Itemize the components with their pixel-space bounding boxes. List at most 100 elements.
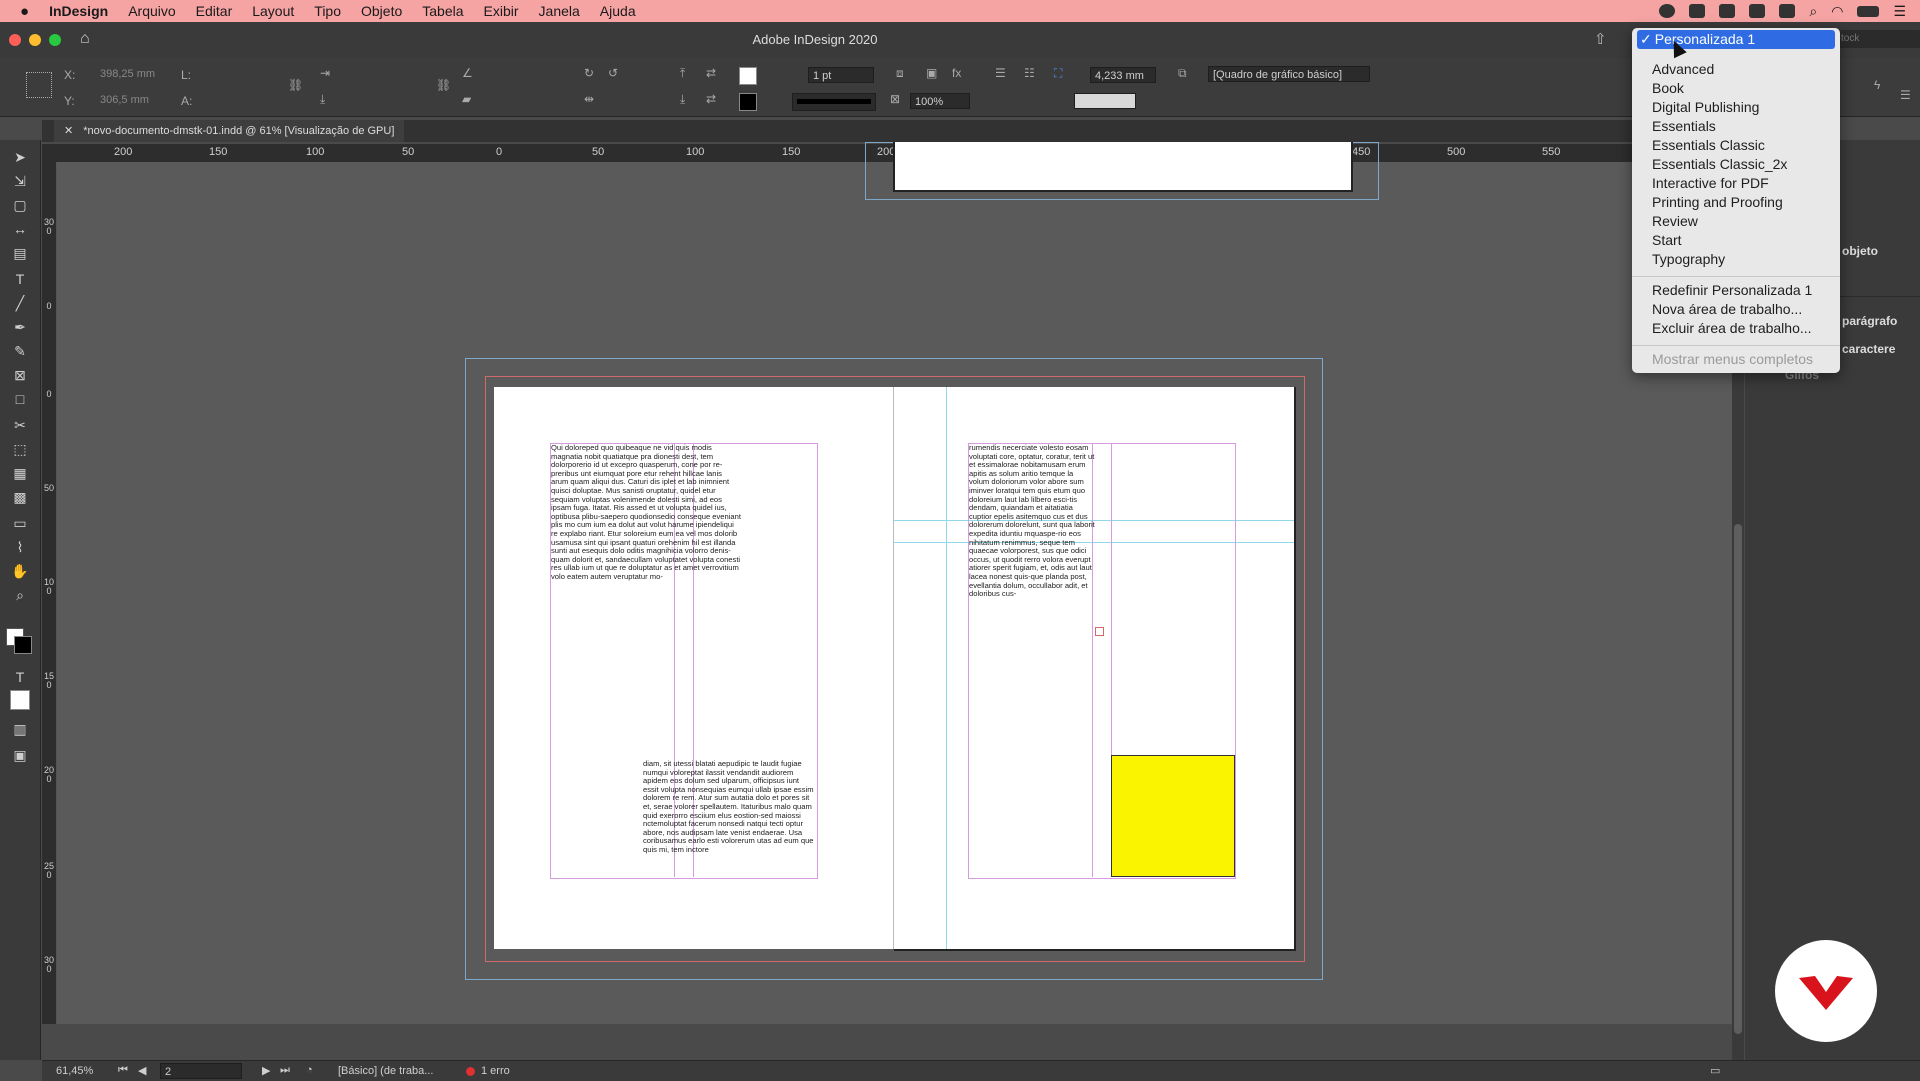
close-tab-icon[interactable]: ✕ — [64, 125, 73, 137]
center-content-icon[interactable]: ☷ — [1024, 66, 1035, 80]
search-stock-field[interactable]: tock — [1837, 30, 1920, 48]
share-icon[interactable]: ⇧ — [1594, 30, 1607, 48]
x-position-field[interactable]: 398,25 mm — [96, 66, 166, 82]
scrollbar-thumb[interactable] — [1734, 524, 1742, 1034]
menu-layout[interactable]: Layout — [242, 3, 304, 19]
gradient-swatch-tool-icon[interactable]: ▦ — [10, 464, 30, 482]
scale-y-icon[interactable]: ⤓ — [320, 92, 325, 107]
gap-tool-icon[interactable]: ↔ — [10, 220, 30, 238]
workspace-item[interactable]: Interactive for PDF — [1652, 174, 1769, 193]
new-workspace-item[interactable]: Nova área de trabalho... — [1652, 300, 1802, 319]
workspace-item[interactable]: Review — [1652, 212, 1698, 231]
apply-none-icon[interactable] — [10, 690, 30, 710]
stroke-type-dropdown[interactable] — [792, 93, 876, 111]
delete-workspace-item[interactable]: Excluir área de trabalho... — [1652, 319, 1812, 338]
battery-icon[interactable] — [1857, 5, 1880, 17]
note-tool-icon[interactable]: ▭ — [10, 514, 30, 532]
flip-horizontal-icon[interactable]: ⇹ — [584, 92, 594, 106]
app-tray-icon[interactable] — [1779, 4, 1796, 18]
pencil-tool-icon[interactable]: ✎ — [10, 342, 30, 360]
zoom-tool-icon[interactable]: ⌕ — [10, 586, 30, 604]
height-field[interactable] — [198, 92, 274, 108]
menu-editar[interactable]: Editar — [186, 3, 243, 19]
spotlight-search-icon[interactable]: ⌕ — [1809, 3, 1817, 20]
reset-workspace-item[interactable]: Redefinir Personalizada 1 — [1652, 281, 1812, 300]
dropbox-icon[interactable] — [1689, 4, 1706, 18]
constrain-scale-icon[interactable]: ⛓ — [436, 78, 451, 92]
fill-stroke-swatch[interactable] — [6, 628, 32, 654]
control-center-icon[interactable]: ☰ — [1893, 3, 1906, 20]
select-container-icon[interactable]: ⤒ — [680, 66, 685, 81]
workspace-item-selected[interactable]: ✓ Personalizada 1 — [1637, 30, 1835, 49]
effects-icon[interactable]: fx — [952, 66, 961, 80]
formatting-affects-text-icon[interactable]: T — [10, 668, 30, 686]
panel-object-styles[interactable]: objeto — [1842, 244, 1878, 258]
workspace-item[interactable]: Digital Publishing — [1652, 98, 1759, 117]
workspace-item[interactable]: Advanced — [1652, 60, 1714, 79]
gradient-feather-tool-icon[interactable]: ▩ — [10, 488, 30, 506]
select-next-icon[interactable]: ⇄ — [706, 92, 716, 106]
previous-spread-page[interactable] — [893, 142, 1353, 192]
menu-arquivo[interactable]: Arquivo — [118, 3, 185, 19]
direct-selection-tool-icon[interactable]: ⇲ — [10, 172, 30, 190]
panel-menu-icon[interactable]: ☰ — [1900, 88, 1911, 102]
workspace-item[interactable]: Essentials Classic — [1652, 136, 1765, 155]
preflight-errors[interactable]: 1 erro — [481, 1065, 510, 1077]
text-frame-left-bottom[interactable]: diam, sit utessi blatati aepudipic te la… — [643, 760, 815, 876]
apple-menu-icon[interactable]: ● — [0, 3, 39, 20]
workspace-item[interactable]: Start — [1652, 231, 1682, 250]
zoom-level-dropdown[interactable]: 61,45% — [56, 1065, 93, 1077]
document-tab[interactable]: ✕ *novo-documento-dmstk-01.indd @ 61% [Vi… — [54, 120, 405, 142]
page-number-field[interactable]: 2 — [160, 1063, 242, 1079]
vertical-ruler[interactable]: 300 0 0 50 100 150 200 250 300 — [42, 162, 57, 1024]
text-frame-left-top[interactable]: Qui doloreped quo quibeaque ne vid quis … — [551, 444, 741, 640]
select-content-icon[interactable]: ⤓ — [680, 92, 685, 107]
type-tool-icon[interactable]: T — [10, 270, 30, 288]
eyedropper-tool-icon[interactable]: ⌇ — [10, 538, 30, 556]
menu-exibir[interactable]: Exibir — [474, 3, 529, 19]
fit-content-icon[interactable]: ☰ — [995, 66, 1006, 80]
last-page-button[interactable]: ⏭ — [280, 1064, 290, 1077]
y-position-field[interactable]: 306,5 mm — [96, 92, 166, 108]
stroke-weight-field[interactable]: 1 pt — [808, 67, 874, 83]
hand-tool-icon[interactable]: ✋ — [10, 562, 30, 580]
scale-x-icon[interactable]: ⇥ — [320, 66, 330, 80]
creative-cloud-icon[interactable] — [1719, 4, 1736, 18]
rotate-ccw-icon[interactable]: ↺ — [608, 66, 618, 80]
rectangle-tool-icon[interactable]: □ — [10, 390, 30, 408]
toggle-panels-icon[interactable]: ▭ — [1710, 1064, 1720, 1077]
pen-tool-icon[interactable]: ✒ — [10, 318, 30, 336]
previous-page-button[interactable]: ◀ — [138, 1064, 146, 1077]
workspace-item[interactable]: Essentials — [1652, 117, 1716, 136]
shear-icon[interactable]: ▰ — [462, 92, 471, 106]
fit-offset-field[interactable]: 4,233 mm — [1090, 67, 1156, 83]
rotate-cw-icon[interactable]: ↻ — [584, 66, 594, 80]
preflight-icon[interactable]: ◔ — [306, 1064, 313, 1076]
record-icon[interactable] — [1659, 4, 1676, 18]
quick-apply-icon[interactable]: ϟ — [1874, 78, 1880, 92]
panel-character-styles[interactable]: caractere — [1842, 342, 1895, 356]
object-style-dropdown[interactable]: [Quadro de gráfico básico] — [1208, 66, 1370, 82]
workspace-item[interactable]: Typography — [1652, 250, 1725, 269]
first-page-button[interactable]: ⏮ — [118, 1064, 128, 1077]
selection-tool-icon[interactable]: ➤ — [10, 148, 30, 166]
next-page-button[interactable]: ▶ — [262, 1064, 270, 1077]
page-tool-icon[interactable]: ▢ — [10, 196, 30, 214]
wifi-icon[interactable]: ◠ — [1831, 3, 1843, 20]
text-overflow-port[interactable] — [1095, 627, 1104, 636]
stroke-black-swatch[interactable] — [739, 93, 757, 111]
yellow-graphic-frame[interactable] — [1111, 755, 1235, 877]
menu-janela[interactable]: Janela — [529, 3, 590, 19]
workspace-item[interactable]: Book — [1652, 79, 1684, 98]
menu-objeto[interactable]: Objeto — [351, 3, 412, 19]
text-wrap-field[interactable] — [1074, 93, 1136, 109]
free-transform-tool-icon[interactable]: ⬚ — [10, 440, 30, 458]
fill-none-swatch[interactable] — [739, 67, 757, 85]
menu-tabela[interactable]: Tabela — [412, 3, 473, 19]
cloud-icon[interactable] — [1749, 4, 1766, 18]
width-field[interactable] — [198, 66, 274, 82]
line-tool-icon[interactable]: ╱ — [10, 294, 30, 312]
menu-tipo[interactable]: Tipo — [304, 3, 351, 19]
constrain-proportions-icon[interactable]: ⛓ — [288, 78, 303, 92]
scissors-tool-icon[interactable]: ✂ — [10, 416, 30, 434]
